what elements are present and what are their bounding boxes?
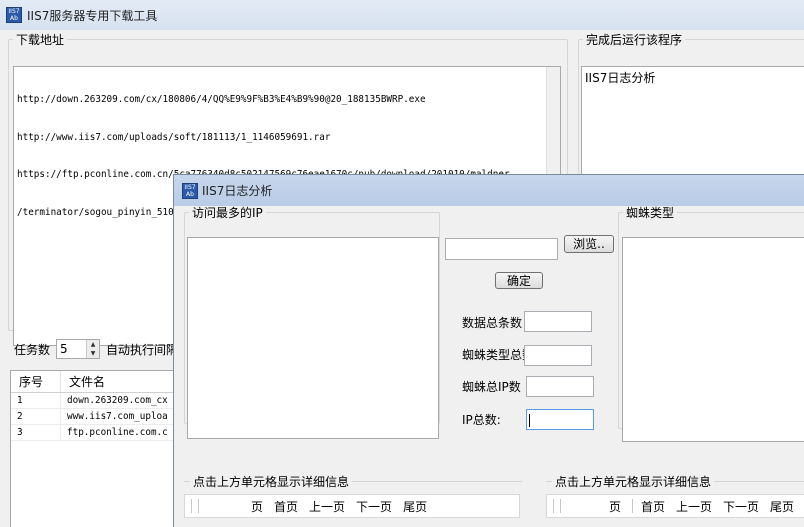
table-header: 序号 文件名: [11, 371, 179, 393]
detail-label-right: 点击上方单元格显示详细信息: [552, 473, 715, 490]
toolbar-grip-icon[interactable]: [553, 499, 561, 513]
pager-page-label: 页: [251, 499, 264, 514]
detail-panel-left: 点击上方单元格显示详细信息 页 首页 上一页 下一页 尾页: [184, 473, 522, 527]
tasks-stepper[interactable]: 5 ▲ ▼: [56, 339, 101, 359]
total-records-field[interactable]: [524, 311, 592, 332]
window-title: IIS7服务器专用下载工具: [27, 8, 158, 23]
download-url-label: 下载地址: [16, 33, 65, 47]
ip-total-label: IP总数:: [462, 413, 501, 427]
file-table[interactable]: 序号 文件名 1 down.263209.com_cx 2 www.iis7.c…: [10, 370, 180, 527]
table-row[interactable]: 3 ftp.pconline.com.c: [11, 425, 179, 441]
spider-type-group: 蜘蛛类型: [618, 204, 804, 442]
tasks-row: 任务数 5 ▲ ▼ 自动执行间隔: [14, 339, 178, 359]
tasks-label: 任务数: [14, 342, 51, 357]
pager-last-button[interactable]: 尾页: [770, 498, 794, 515]
cell-index: 1: [11, 393, 61, 408]
run-after-complete-label: 完成后运行该程序: [586, 33, 683, 47]
detail-label-left: 点击上方单元格显示详细信息: [190, 473, 353, 490]
main-titlebar[interactable]: IIS7 Ab IIS7服务器专用下载工具: [0, 0, 804, 30]
log-icon-text-top: IIS7: [184, 183, 196, 191]
column-header-filename[interactable]: 文件名: [61, 371, 179, 392]
log-icon-text-bottom: Ab: [186, 190, 194, 198]
cell-filename: ftp.pconline.com.c: [67, 427, 168, 438]
log-analysis-window: IIS7 Ab IIS7日志分析 访问最多的IP 蜘蛛类型 浏览.. 确定 数据…: [173, 174, 804, 527]
pager-first-button[interactable]: 首页: [274, 498, 298, 515]
log-path-input[interactable]: [445, 238, 558, 260]
app-icon-text-bottom: Ab: [10, 15, 18, 22]
spider-types-total-label: 蜘蛛类型总数: [462, 348, 524, 362]
log-app-icon: IIS7 Ab: [182, 182, 198, 199]
cell-index: 2: [11, 409, 61, 424]
table-row[interactable]: 2 www.iis7.com_uploa: [11, 409, 179, 425]
list-item[interactable]: IIS7日志分析: [585, 69, 804, 86]
stepper-up-icon[interactable]: ▲: [87, 340, 100, 349]
table-row[interactable]: 1 down.263209.com_cx: [11, 393, 179, 409]
cell-filename: down.263209.com_cx: [67, 395, 168, 406]
cell-filename: www.iis7.com_uploa: [67, 411, 168, 422]
pager-next-button[interactable]: 下一页: [356, 498, 392, 515]
pager-prev-button[interactable]: 上一页: [676, 498, 712, 515]
pager-left: 页 首页 上一页 下一页 尾页: [184, 494, 520, 518]
top-ip-label: 访问最多的IP: [192, 206, 263, 220]
stepper-down-icon[interactable]: ▼: [87, 349, 100, 358]
log-window-title: IIS7日志分析: [202, 184, 273, 198]
url-line: http://down.263209.com/cx/180806/4/QQ%E9…: [17, 94, 426, 105]
spider-types-total-field[interactable]: [524, 345, 592, 366]
detail-panel-right: 点击上方单元格显示详细信息 页 首页 上一页 下一页 尾页: [546, 473, 804, 527]
pager-prev-button[interactable]: 上一页: [309, 498, 345, 515]
spider-ip-total-field[interactable]: [526, 376, 594, 397]
pager-page-label: 页: [609, 499, 622, 514]
pager-last-button[interactable]: 尾页: [403, 498, 427, 515]
app-icon: IIS7 Ab: [6, 7, 22, 23]
url-line: http://www.iis7.com/uploads/soft/181113/…: [17, 131, 331, 143]
top-ip-group: 访问最多的IP: [184, 204, 440, 439]
app-icon-text-top: IIS7: [8, 8, 20, 15]
spider-ip-total-label: 蜘蛛总IP数: [462, 380, 521, 394]
browse-button[interactable]: 浏览..: [564, 235, 614, 253]
confirm-button[interactable]: 确定: [495, 272, 543, 289]
pager-right: 页 首页 上一页 下一页 尾页: [546, 494, 804, 518]
toolbar-grip-icon[interactable]: [191, 499, 199, 513]
pager-separator: [632, 499, 634, 513]
tasks-value[interactable]: 5: [57, 342, 86, 356]
text-caret: [529, 414, 530, 427]
spider-type-list[interactable]: [622, 237, 804, 442]
total-records-label: 数据总条数: [462, 316, 523, 330]
ip-total-field[interactable]: [526, 409, 594, 430]
top-ip-list[interactable]: [187, 237, 439, 439]
pager-next-button[interactable]: 下一页: [723, 498, 759, 515]
cell-index: 3: [11, 425, 61, 440]
spider-type-label: 蜘蛛类型: [626, 206, 675, 220]
pager-first-button[interactable]: 首页: [641, 498, 665, 515]
log-titlebar[interactable]: IIS7 Ab IIS7日志分析: [174, 175, 804, 206]
column-header-index[interactable]: 序号: [11, 371, 61, 392]
auto-interval-label: 自动执行间隔: [106, 342, 179, 357]
